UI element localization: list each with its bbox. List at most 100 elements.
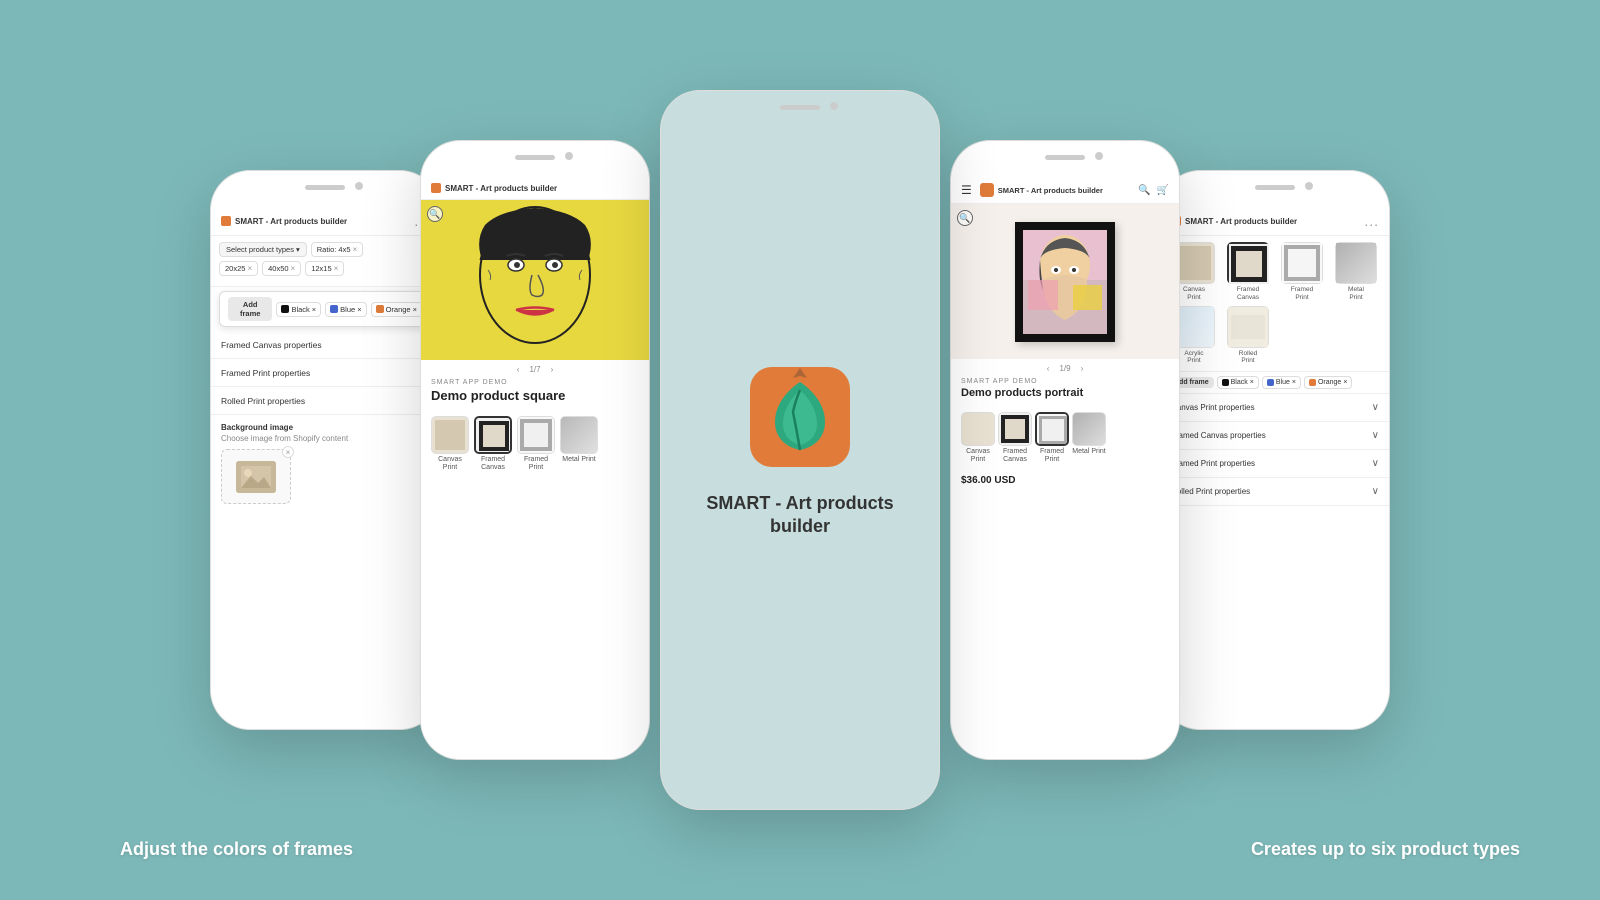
color-tag-orange-phone5[interactable]: Orange × — [1304, 376, 1352, 389]
type-framed-print-phone2[interactable]: FramedPrint — [517, 416, 555, 473]
type-canvas-phone4[interactable]: CanvasPrint — [961, 412, 995, 465]
blue-dot-phone5 — [1267, 379, 1274, 386]
prev-arrow-phone4[interactable]: ‹ — [1047, 364, 1050, 373]
tag-size-1[interactable]: 20x25× — [219, 261, 258, 276]
type-metal-phone4[interactable]: Metal Print — [1072, 412, 1106, 465]
phone-center-logo: SMART - Art products builder — [660, 90, 940, 810]
prop-framed-canvas-left[interactable]: Framed Canvas properties › — [211, 331, 439, 359]
app-logo — [745, 362, 855, 472]
type-metal-phone5[interactable]: MetalPrint — [1331, 242, 1381, 302]
product-title-phone2: Demo product square — [421, 386, 649, 411]
frame-color-bar-left: Add frame Black × Blue × Orange × — [219, 291, 431, 327]
next-arrow[interactable]: › — [551, 365, 554, 374]
type-metal-print-phone2[interactable]: Metal Print — [560, 416, 598, 473]
black-dot — [281, 305, 289, 313]
framed-canvas-thumb-phone2 — [474, 416, 512, 454]
admin-bar-phone5: SMART - Art products builder ... — [1161, 207, 1389, 236]
demo-label-phone2: SMART APP DEMO — [421, 379, 649, 386]
canvas-thumb-phone4 — [961, 412, 995, 446]
admin-dots-phone5[interactable]: ... — [1364, 213, 1379, 229]
bg-image-box[interactable]: × — [221, 449, 291, 504]
rolled-label-phone5: RolledPrint — [1239, 350, 1257, 366]
type-rolled-phone5[interactable]: RolledPrint — [1223, 306, 1273, 366]
search-icon[interactable]: 🔍 — [1138, 185, 1150, 196]
orange-dot — [376, 305, 384, 313]
price-text-phone4: $36.00 USD — [951, 470, 1179, 491]
select-product-types[interactable]: Select product types ▾ — [219, 242, 307, 257]
metal-thumb-phone5 — [1335, 242, 1377, 284]
hamburger-icon[interactable]: ☰ — [961, 183, 972, 197]
background-image-section: Background image Choose image from Shopi… — [211, 415, 439, 512]
framed-canvas-label-phone4: FramedCanvas — [1003, 448, 1027, 465]
canvas-label-phone5: CanvasPrint — [1183, 286, 1205, 302]
shop-header-phone4: ☰ SMART - Art products builder 🔍 🛒 — [951, 177, 1179, 204]
page-indicator: 1/7 — [529, 365, 540, 374]
phone-product-square: SMART - Art products builder 🔍 — [420, 140, 650, 760]
type-grid-phone5: CanvasPrint FramedCanvas FramedPrint — [1161, 236, 1389, 371]
app-icon-left — [221, 216, 231, 226]
rolled-thumb-phone5 — [1227, 306, 1269, 348]
logo-container: SMART - Art products builder — [661, 342, 939, 559]
framed-print-thumb-phone5 — [1281, 242, 1323, 284]
tag-ratio[interactable]: Ratio: 4x5 × — [311, 242, 363, 257]
cart-icon[interactable]: 🛒 — [1157, 185, 1169, 196]
chevron-framed-print-phone5: ∨ — [1372, 458, 1379, 469]
logo-title: SMART - Art products builder — [681, 492, 919, 539]
type-grid-phone2: CanvasPrint FramedCanvas FramedPrint — [421, 411, 649, 478]
type-framed-print-phone5[interactable]: FramedPrint — [1277, 242, 1327, 302]
metal-label-phone4: Metal Print — [1072, 448, 1105, 456]
phone-product-portrait: ☰ SMART - Art products builder 🔍 🛒 🔍 — [950, 140, 1180, 760]
page-indicator-phone4: 1/9 — [1059, 364, 1070, 373]
type-framed-print-phone4[interactable]: FramedPrint — [1035, 412, 1069, 465]
admin-title-left: SMART - Art products builder — [235, 217, 347, 226]
type-canvas-print-phone2[interactable]: CanvasPrint — [431, 416, 469, 473]
framed-print-label-phone5: FramedPrint — [1291, 286, 1313, 302]
next-arrow-phone4[interactable]: › — [1081, 364, 1084, 373]
nav-arrows-phone4: ‹ 1/9 › — [951, 359, 1179, 378]
color-tag-blue[interactable]: Blue × — [325, 302, 366, 317]
prop-rolled-print-phone5[interactable]: Rolled Print properties ∨ — [1161, 478, 1389, 506]
portrait-product-image: 🔍 — [951, 204, 1179, 359]
tag-size-2[interactable]: 40x50× — [262, 261, 301, 276]
type-framed-canvas-phone2[interactable]: FramedCanvas — [474, 416, 512, 473]
nav-arrows-phone2: ‹ 1/7 › — [421, 360, 649, 379]
prop-canvas-print-phone5[interactable]: Canvas Print properties ∨ — [1161, 394, 1389, 422]
add-frame-button[interactable]: Add frame — [228, 297, 272, 321]
bg-image-preview — [236, 461, 276, 493]
framed-print-label-phone4: FramedPrint — [1040, 448, 1064, 465]
framed-print-thumb-phone4 — [1035, 412, 1069, 446]
framed-print-thumb-phone2 — [517, 416, 555, 454]
type-framed-canvas-phone5[interactable]: FramedCanvas — [1223, 242, 1273, 302]
shop-icons-phone4: 🔍 🛒 — [1138, 185, 1169, 196]
framed-canvas-thumb-phone5 — [1227, 242, 1269, 284]
bg-title: Background image — [221, 423, 429, 432]
bg-remove-button[interactable]: × — [282, 446, 294, 458]
prev-arrow[interactable]: ‹ — [517, 365, 520, 374]
caption-left: Adjust the colors of frames — [120, 839, 353, 860]
color-tag-orange[interactable]: Orange × — [371, 302, 422, 317]
zoom-icon[interactable]: 🔍 — [427, 206, 443, 222]
prop-framed-canvas-phone5[interactable]: Framed Canvas properties ∨ — [1161, 422, 1389, 450]
prop-framed-print-phone5[interactable]: Framed Print properties ∨ — [1161, 450, 1389, 478]
main-scene: SMART - Art products builder ... Select … — [0, 0, 1600, 900]
prop-framed-print-left[interactable]: Framed Print properties › — [211, 359, 439, 387]
filter-area-left: Select product types ▾ Ratio: 4x5 × 20x2… — [211, 236, 439, 287]
metal-label-phone5: MetalPrint — [1348, 286, 1364, 302]
color-tag-blue-phone5[interactable]: Blue × — [1262, 376, 1301, 389]
tag-size-3[interactable]: 12x15× — [305, 261, 344, 276]
framed-canvas-thumb-phone4 — [998, 412, 1032, 446]
shop-name-phone4: SMART - Art products builder — [998, 186, 1103, 195]
metal-thumb-phone4 — [1072, 412, 1106, 446]
zoom-icon-phone4[interactable]: 🔍 — [957, 210, 973, 226]
framed-artwork-phone4 — [1015, 222, 1115, 342]
type-framed-canvas-phone4[interactable]: FramedCanvas — [998, 412, 1032, 465]
color-tag-black[interactable]: Black × — [276, 302, 321, 317]
admin-title-phone5: SMART - Art products builder — [1185, 217, 1297, 226]
product-image-square: 🔍 — [421, 200, 649, 360]
color-tag-black-phone5[interactable]: Black × — [1217, 376, 1259, 389]
canvas-label-phone2: CanvasPrint — [438, 456, 462, 473]
acrylic-label-phone5: AcrylicPrint — [1184, 350, 1203, 366]
canvas-label-phone4: CanvasPrint — [966, 448, 990, 465]
prop-rolled-print-left[interactable]: Rolled Print properties › — [211, 387, 439, 415]
canvas-thumb-phone2 — [431, 416, 469, 454]
